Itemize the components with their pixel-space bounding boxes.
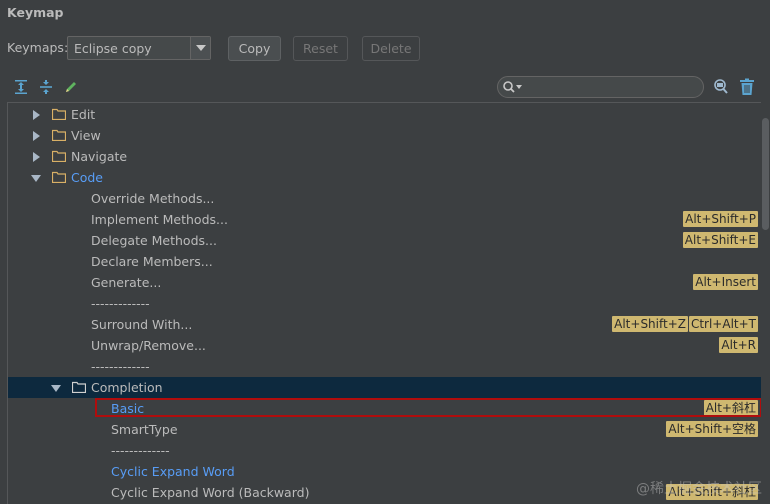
tree-item-surround-with[interactable]: Surround With... Alt+Shift+Z Ctrl+Alt+T [8,314,761,335]
copy-button[interactable]: Copy [228,36,281,61]
tree-item-label: View [71,128,101,143]
watermark: @稀土掘金技术社区 [636,481,762,497]
folder-icon [52,129,66,141]
action-label: Override Methods... [91,191,215,206]
search-icon[interactable] [502,80,524,94]
keymaps-label: Keymaps: [7,40,69,55]
folder-icon [52,171,66,183]
tree-item-implement-methods[interactable]: Implement Methods... Alt+Shift+P [8,209,761,230]
action-label: Implement Methods... [91,212,228,227]
delete-button[interactable]: Delete [362,36,420,61]
separator-label: ------------- [91,296,150,311]
folder-icon [72,381,86,393]
separator-label: ------------- [91,359,150,374]
tree-item-label: Edit [71,107,96,122]
action-label: Cyclic Expand Word (Backward) [111,485,310,500]
action-label: Surround With... [91,317,193,332]
highlight-annotation [95,398,761,417]
tree-item-view[interactable]: View [8,125,761,146]
tree-item-smarttype[interactable]: SmartType Alt+Shift+空格 [8,419,761,440]
panel-title: Keymap [7,5,64,20]
shortcut-badge: Alt+Shift+Z [612,316,688,332]
shortcut-badge: Alt+Insert [693,274,758,290]
chevron-down-icon[interactable] [31,175,41,182]
action-label: Unwrap/Remove... [91,338,206,353]
scrollbar-thumb[interactable] [762,118,769,230]
shortcut-badge: Alt+Shift+P [683,211,758,227]
shortcut-badge: Ctrl+Alt+T [688,316,758,332]
search-input[interactable] [526,79,696,95]
expand-all-icon[interactable] [13,79,29,95]
trash-icon[interactable] [739,78,755,96]
tree-separator: ------------- [8,293,761,314]
tree-item-generate[interactable]: Generate... Alt+Insert [8,272,761,293]
chevron-right-icon[interactable] [33,152,40,162]
tree-scrollbar[interactable] [761,102,770,504]
action-label: Generate... [91,275,162,290]
action-label: SmartType [111,422,178,437]
tree-item-code[interactable]: Code [8,167,761,188]
chevron-down-icon[interactable] [190,37,210,59]
keymap-tree[interactable]: Edit View Navigate Code Override Methods… [7,102,761,504]
folder-icon [52,108,66,120]
tree-item-declare-members[interactable]: Declare Members... [8,251,761,272]
action-label: Declare Members... [91,254,213,269]
tree-item-override-methods[interactable]: Override Methods... [8,188,761,209]
tree-separator: ------------- [8,356,761,377]
action-label: Delegate Methods... [91,233,217,248]
tree-item-label: Completion [91,380,163,395]
chevron-right-icon[interactable] [33,131,40,141]
folder-icon [52,150,66,162]
reset-button[interactable]: Reset [293,36,348,61]
tree-item-completion[interactable]: Completion [8,377,761,398]
search-field[interactable] [497,76,704,98]
tree-item-edit[interactable]: Edit [8,104,761,125]
collapse-all-icon[interactable] [38,79,54,95]
tree-item-label: Navigate [71,149,128,164]
shortcut-badge: Alt+Shift+空格 [666,421,758,437]
shortcut-badge: Alt+Shift+E [682,232,758,248]
chevron-right-icon[interactable] [33,110,40,120]
tree-separator: ------------- [8,440,761,461]
keymap-select[interactable]: Eclipse copy [67,36,211,60]
tree-item-label: Code [71,170,104,185]
tree-item-delegate-methods[interactable]: Delegate Methods... Alt+Shift+E [8,230,761,251]
tree-item-navigate[interactable]: Navigate [8,146,761,167]
shortcut-badge: Alt+R [719,337,758,353]
chevron-down-icon[interactable] [51,385,61,392]
action-label: Cyclic Expand Word [111,464,235,479]
pencil-icon[interactable] [63,79,79,95]
tree-item-unwrap-remove[interactable]: Unwrap/Remove... Alt+R [8,335,761,356]
separator-label: ------------- [111,443,170,458]
keymap-select-value: Eclipse copy [74,41,152,56]
find-shortcut-icon[interactable] [712,78,730,96]
